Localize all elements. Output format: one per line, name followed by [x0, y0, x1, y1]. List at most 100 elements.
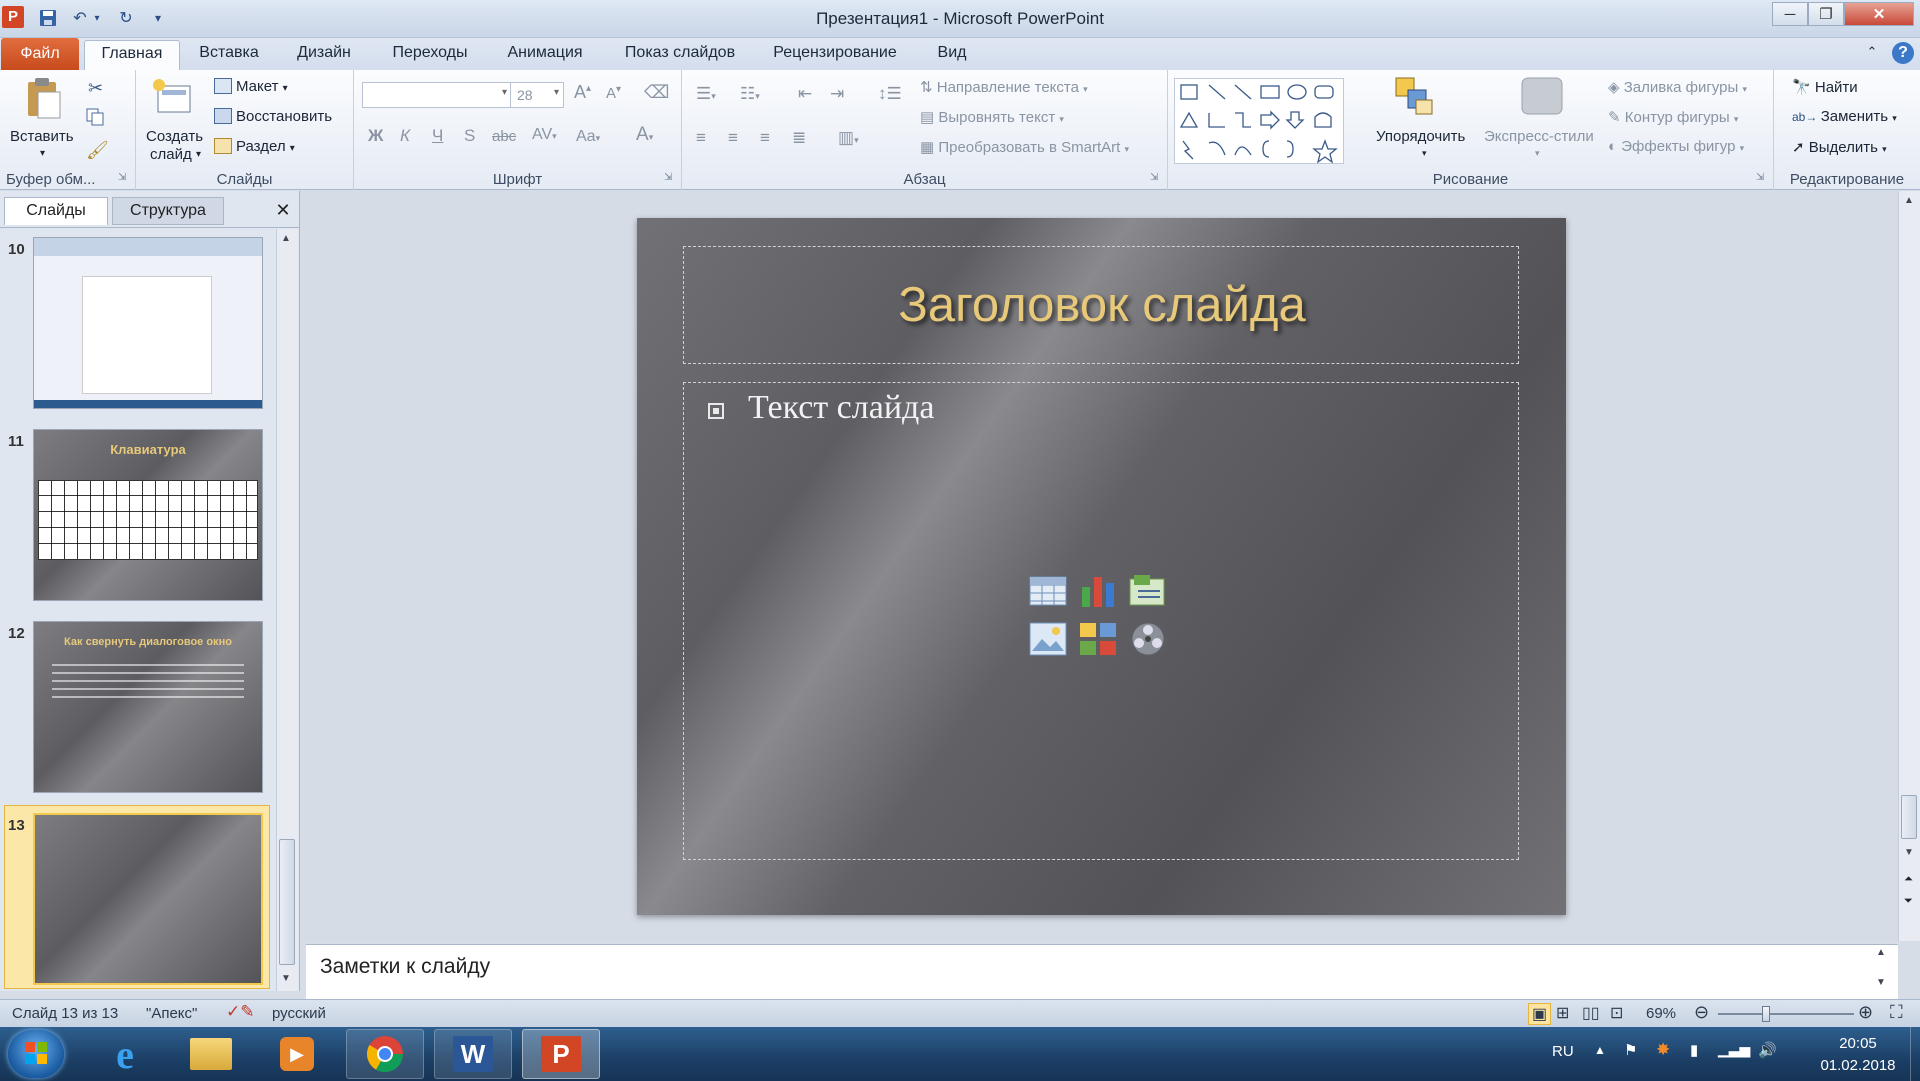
notes-scroll-up-icon[interactable]: ▲: [1876, 947, 1886, 958]
action-center-flag-icon[interactable]: ⚑: [1624, 1041, 1637, 1059]
shape-fill-button[interactable]: ◈ Заливка фигуры ▾: [1608, 78, 1747, 96]
insert-chart-icon[interactable]: [1078, 573, 1118, 609]
slide-thumbnail-10[interactable]: [33, 237, 263, 409]
columns-icon[interactable]: ▥▾: [838, 128, 859, 148]
start-button[interactable]: [8, 1030, 64, 1078]
strikethrough-icon[interactable]: abc: [492, 128, 516, 145]
slide-bullet-text[interactable]: Текст слайда: [748, 389, 934, 427]
clock-time[interactable]: 20:05: [1808, 1035, 1908, 1052]
arrange-dropdown-icon[interactable]: ▾: [1422, 148, 1427, 159]
shape-effects-button[interactable]: ◐ Эффекты фигур ▾: [1608, 138, 1744, 155]
layout-button[interactable]: Макет ▾: [214, 78, 288, 95]
shrink-font-icon[interactable]: A▾: [606, 84, 621, 102]
fit-to-window-icon[interactable]: ⛶: [1890, 1002, 1903, 1023]
paste-icon[interactable]: [22, 76, 66, 120]
notes-scroll-down-icon[interactable]: ▼: [1876, 977, 1886, 988]
find-button[interactable]: 🔭 Найти: [1792, 78, 1858, 96]
slide-scroll-up-icon[interactable]: ▲: [1904, 195, 1914, 206]
tab-outline-panel[interactable]: Структура: [112, 197, 224, 225]
new-slide-label-2[interactable]: слайд: [150, 146, 192, 163]
arrange-icon[interactable]: [1392, 74, 1436, 118]
paste-dropdown-icon[interactable]: ▾: [40, 148, 45, 159]
reset-button[interactable]: Восстановить: [214, 108, 332, 125]
tab-slideshow[interactable]: Показ слайдов: [620, 44, 740, 62]
font-launcher-icon[interactable]: ⇲: [664, 172, 672, 183]
drawing-launcher-icon[interactable]: ⇲: [1756, 172, 1764, 183]
insert-smartart-icon[interactable]: [1128, 573, 1168, 609]
font-name-combo[interactable]: ▾: [362, 82, 512, 108]
input-language[interactable]: RU: [1552, 1043, 1574, 1060]
bold-icon[interactable]: Ж: [368, 126, 383, 146]
network-signal-icon[interactable]: ▁▃▅: [1718, 1041, 1750, 1058]
quick-styles-icon[interactable]: [1520, 74, 1564, 118]
section-button[interactable]: Раздел ▾: [214, 138, 295, 155]
tab-view[interactable]: Вид: [930, 44, 974, 62]
zoom-slider-track[interactable]: [1718, 1006, 1854, 1022]
taskbar-ie[interactable]: e: [86, 1029, 164, 1079]
insert-clipart-icon[interactable]: [1078, 621, 1118, 657]
slide-thumbnail-13[interactable]: [33, 813, 263, 985]
align-left-icon[interactable]: ≡: [696, 128, 706, 148]
minimize-ribbon-icon[interactable]: ⌃: [1862, 44, 1882, 60]
slide-thumbnail-11[interactable]: Клавиатура: [33, 429, 263, 601]
taskbar-explorer[interactable]: [172, 1029, 250, 1079]
spellcheck-icon[interactable]: ✓✎: [226, 1002, 255, 1022]
char-spacing-icon[interactable]: AV▾: [532, 126, 557, 144]
slide-scroll-down-icon[interactable]: ▼: [1904, 847, 1914, 858]
font-color-icon[interactable]: A▾: [636, 124, 653, 146]
zoom-in-icon[interactable]: ⊕: [1858, 1002, 1873, 1023]
content-placeholder[interactable]: Текст слайда: [683, 382, 1519, 860]
tab-animation[interactable]: Анимация: [500, 44, 590, 62]
scroll-up-icon[interactable]: ▲: [281, 233, 291, 244]
minimize-button[interactable]: ─: [1772, 2, 1808, 26]
increase-indent-icon[interactable]: ⇥: [830, 84, 844, 104]
replace-button[interactable]: ab→ Заменить ▾: [1792, 108, 1897, 125]
bullets-icon[interactable]: ☰▾: [696, 84, 716, 104]
scroll-down-icon[interactable]: ▼: [281, 973, 291, 984]
zoom-out-icon[interactable]: ⊖: [1694, 1002, 1709, 1023]
previous-slide-icon[interactable]: ⏶: [1904, 873, 1913, 886]
clear-format-icon[interactable]: ⌫: [644, 82, 669, 103]
panel-scrollbar[interactable]: ▲ ▼: [276, 229, 298, 991]
reading-view-icon[interactable]: ▯▯: [1582, 1003, 1600, 1023]
clock-date[interactable]: 01.02.2018: [1808, 1057, 1908, 1074]
copy-icon[interactable]: [86, 108, 108, 130]
title-placeholder[interactable]: Заголовок слайда: [683, 246, 1519, 364]
quick-styles-dropdown-icon[interactable]: ▾: [1535, 148, 1540, 159]
next-slide-icon[interactable]: ⏷: [1904, 895, 1913, 908]
cut-icon[interactable]: ✂: [88, 78, 103, 99]
tab-transitions[interactable]: Переходы: [390, 44, 470, 62]
quick-styles-button[interactable]: Экспресс-стили: [1484, 128, 1594, 145]
tab-review[interactable]: Рецензирование: [770, 44, 900, 62]
align-center-icon[interactable]: ≡: [728, 128, 738, 148]
smartart-button[interactable]: ▦ Преобразовать в SmartArt ▾: [920, 138, 1129, 156]
volume-icon[interactable]: 🔊: [1758, 1041, 1777, 1059]
slide-title[interactable]: Заголовок слайда: [684, 277, 1520, 333]
slide-scrollbar[interactable]: ▲ ▼ ⏶ ⏷: [1898, 191, 1920, 941]
close-panel-icon[interactable]: ✕: [272, 197, 294, 225]
change-case-icon[interactable]: Aa▾: [576, 128, 600, 146]
shadow-icon[interactable]: S: [464, 126, 475, 146]
tab-slides-panel[interactable]: Слайды: [4, 197, 108, 225]
format-painter-icon[interactable]: 🖌: [86, 140, 109, 161]
shape-outline-button[interactable]: ✎ Контур фигуры ▾: [1608, 108, 1738, 126]
restore-button[interactable]: ❐: [1808, 2, 1844, 26]
taskbar-word[interactable]: W: [434, 1029, 512, 1079]
tab-insert[interactable]: Вставка: [196, 44, 262, 62]
tab-design[interactable]: Дизайн: [290, 44, 358, 62]
normal-view-icon[interactable]: ▣: [1528, 1003, 1552, 1025]
theme-name[interactable]: "Апекс": [146, 1005, 197, 1022]
shapes-gallery[interactable]: [1174, 78, 1344, 164]
tab-home[interactable]: Главная: [84, 40, 180, 70]
notes-pane[interactable]: Заметки к слайду ▲ ▼: [306, 944, 1898, 1000]
arrange-button[interactable]: Упорядочить: [1376, 128, 1465, 145]
clipboard-launcher-icon[interactable]: ⇲: [118, 172, 126, 183]
language-indicator[interactable]: русский: [272, 1005, 326, 1022]
taskbar-media[interactable]: ▶: [258, 1029, 336, 1079]
slideshow-view-icon[interactable]: ⊡: [1610, 1003, 1623, 1023]
tab-file[interactable]: Файл: [1, 38, 79, 70]
slide-scroll-thumb[interactable]: [1901, 795, 1917, 839]
app-tray-icon[interactable]: ✸: [1656, 1040, 1670, 1060]
new-slide-dropdown-icon[interactable]: ▾: [196, 149, 201, 160]
line-spacing-icon[interactable]: ↕☰: [878, 84, 902, 104]
